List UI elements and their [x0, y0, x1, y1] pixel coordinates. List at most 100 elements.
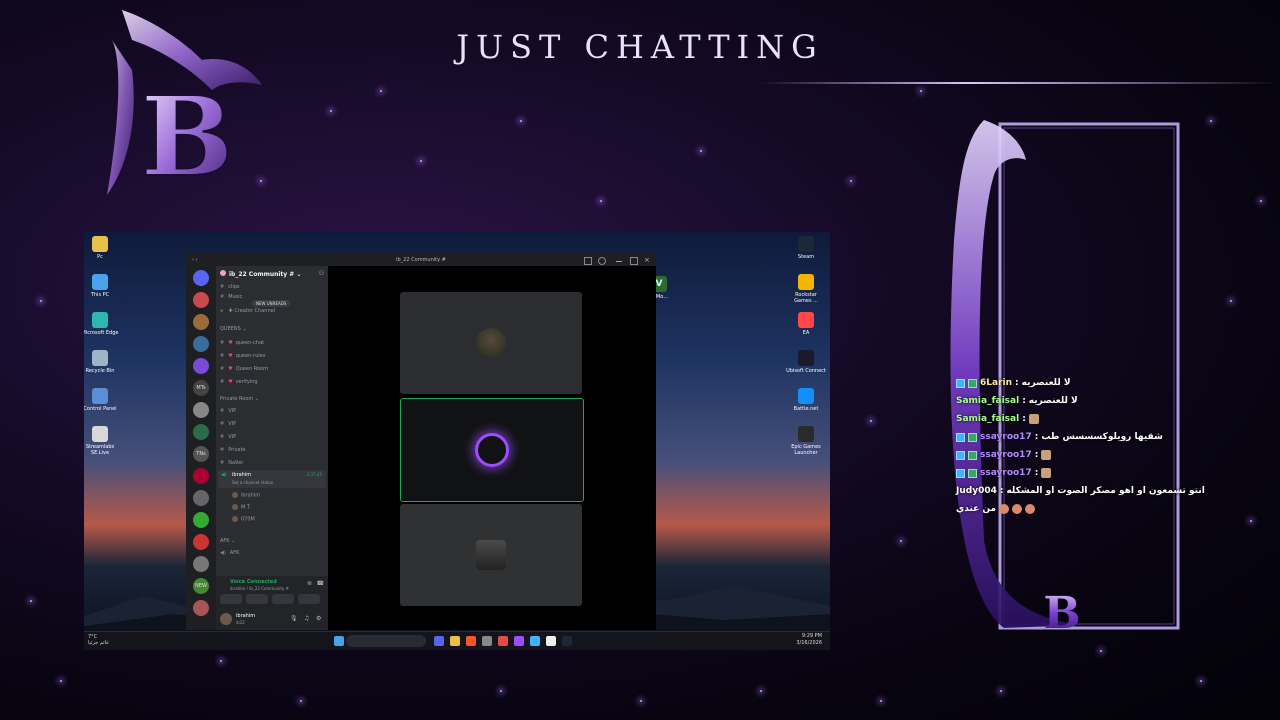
close-icon[interactable]: × — [644, 256, 650, 264]
channel-item[interactable]: # Na9er — [220, 460, 243, 466]
desktop-shortcut[interactable]: Epic Games Launcher — [786, 426, 826, 456]
server-icon[interactable] — [193, 600, 209, 616]
shortcut-label: Ubisoft Connect — [786, 368, 826, 374]
start-icon[interactable] — [334, 636, 344, 646]
taskbar-app-icon[interactable] — [530, 636, 540, 646]
taskbar-app-icon[interactable] — [498, 636, 508, 646]
sparkle — [850, 180, 852, 182]
noise-suppression-icon[interactable]: ≋ — [307, 580, 312, 587]
headphones-icon[interactable]: ♫ — [304, 615, 309, 622]
discord-home-icon[interactable] — [193, 270, 209, 286]
server-icon[interactable] — [193, 358, 209, 374]
server-icon[interactable] — [193, 314, 209, 330]
channel-item[interactable]: # VIP — [220, 421, 236, 427]
taskbar-app-icon[interactable] — [434, 636, 444, 646]
camera-button[interactable] — [220, 594, 242, 604]
server-icon[interactable] — [193, 336, 209, 352]
desktop-shortcut[interactable]: Control Panel — [84, 388, 120, 412]
taskbar-app-icon[interactable] — [466, 636, 476, 646]
taskbar-app-icon[interactable] — [514, 636, 524, 646]
participant-tile[interactable] — [400, 504, 582, 606]
desktop-shortcut[interactable]: Steam — [786, 236, 826, 260]
server-icon[interactable] — [193, 556, 209, 572]
server-icon[interactable]: TNs — [193, 446, 209, 462]
desktop-shortcut[interactable]: EA — [786, 312, 826, 336]
taskbar-search[interactable] — [346, 635, 426, 647]
participant-tile[interactable] — [400, 292, 582, 394]
channel-item[interactable]: # VIP — [220, 408, 236, 414]
desktop-shortcut[interactable]: Rockstar Games ... — [786, 274, 826, 304]
server-icon[interactable] — [193, 512, 209, 528]
server-icon[interactable] — [193, 402, 209, 418]
channel-label: VIP — [228, 408, 237, 414]
soundboard-button[interactable] — [298, 594, 320, 604]
channel-afk[interactable]: ◀) AFK — [220, 550, 239, 556]
channel-item[interactable]: # ♥ queen-rules — [220, 353, 265, 359]
chat-message: ssayroo17 : — [956, 446, 1166, 464]
chat-overlay: 6Larin : لا للعنصريه Samia_faisal : لا للعن… — [956, 374, 1205, 518]
desktop-shortcut[interactable]: Battle.net — [786, 388, 826, 412]
emote-icon — [1041, 468, 1052, 478]
epic-icon — [798, 426, 814, 442]
server-icon[interactable] — [193, 490, 209, 506]
participant-tile-speaking[interactable] — [400, 398, 584, 502]
server-name-header[interactable]: ib_22 Community # ⌄ — [220, 270, 301, 278]
steam-icon — [798, 236, 814, 252]
server-icon[interactable] — [193, 468, 209, 484]
channel-music[interactable]: # Music — [220, 294, 242, 300]
channel-creator[interactable]: ◂ ✚ Creator Channel — [220, 308, 275, 314]
add-member-icon[interactable]: ⚇ — [319, 270, 324, 277]
new-unreads-pill[interactable]: NEW UNREADS — [252, 300, 291, 307]
participant-avatar — [476, 540, 506, 570]
channel-item[interactable]: # ♥ queen-chat — [220, 340, 264, 346]
desktop-shortcut[interactable]: This PC — [84, 274, 120, 298]
channel-item[interactable]: # ♥ Queen Room — [220, 366, 268, 372]
channel-item[interactable]: # ♥ verifying — [220, 379, 258, 385]
avatar[interactable] — [220, 613, 232, 625]
channel-status[interactable]: Set a channel status — [232, 480, 273, 485]
voice-member[interactable]: ibrahim — [232, 492, 260, 499]
microphone-icon[interactable]: 🎙 — [290, 615, 298, 622]
channel-item[interactable]: # VIP — [220, 434, 236, 440]
desktop-shortcut[interactable]: Microsoft Edge — [84, 312, 120, 336]
desktop-shortcut[interactable]: Ubisoft Connect — [786, 350, 826, 374]
channel-clips[interactable]: # clips — [220, 284, 240, 290]
screen-share-button[interactable] — [246, 594, 268, 604]
sparkle — [1000, 690, 1002, 692]
help-icon[interactable] — [598, 257, 606, 265]
taskbar-clock[interactable]: 9:29 PM 3/16/2026 — [796, 633, 822, 647]
category-private-room[interactable]: Private Room ⌄ — [220, 396, 259, 402]
active-voice-channel[interactable]: ◀) ibrahim 2:37:45 Set a channel status — [218, 470, 326, 488]
server-icon[interactable]: MTs — [193, 380, 209, 396]
disconnect-icon[interactable]: ☎ — [317, 580, 324, 587]
voice-member[interactable]: M.T — [232, 504, 250, 511]
taskbar-app-icon[interactable] — [546, 636, 556, 646]
taskbar-app-icon[interactable] — [482, 636, 492, 646]
server-icon[interactable]: NEW — [193, 578, 209, 594]
desktop-shortcut[interactable]: Recycle Bin — [84, 350, 120, 374]
maximize-icon[interactable] — [630, 257, 638, 265]
minimize-icon[interactable] — [616, 261, 622, 262]
gear-icon[interactable]: ⚙ — [316, 615, 321, 622]
activities-button[interactable] — [272, 594, 294, 604]
category-queens[interactable]: QUEENS ⌄ — [220, 326, 247, 332]
sparkle — [870, 420, 872, 422]
taskbar-app-icon[interactable] — [450, 636, 460, 646]
channel-hash-icon: # — [220, 460, 225, 466]
user-panel: ibrahim ib22 🎙 ♫ ⚙ — [216, 610, 328, 630]
desktop-shortcut[interactable]: Pc — [84, 236, 120, 260]
chat-message: Judy004 : انتو تسمعون او اهو مصكر الصوت ا… — [956, 482, 1205, 500]
username: ibrahim — [236, 613, 256, 619]
channel-label: VIP — [228, 421, 237, 427]
weather-widget[interactable]: 7°C غائم جزئيا — [88, 634, 109, 646]
voice-member[interactable]: 070M — [232, 516, 255, 523]
inbox-icon[interactable] — [584, 257, 592, 265]
server-icon[interactable] — [193, 534, 209, 550]
server-icon[interactable] — [193, 424, 209, 440]
taskbar-app-icon[interactable] — [562, 636, 572, 646]
channel-item[interactable]: # Private — [220, 447, 246, 453]
category-afk[interactable]: AFK ⌄ — [220, 538, 235, 544]
chat-separator: : — [999, 486, 1004, 496]
server-icon[interactable] — [193, 292, 209, 308]
desktop-shortcut[interactable]: Streamlabs SE.Live — [84, 426, 120, 456]
